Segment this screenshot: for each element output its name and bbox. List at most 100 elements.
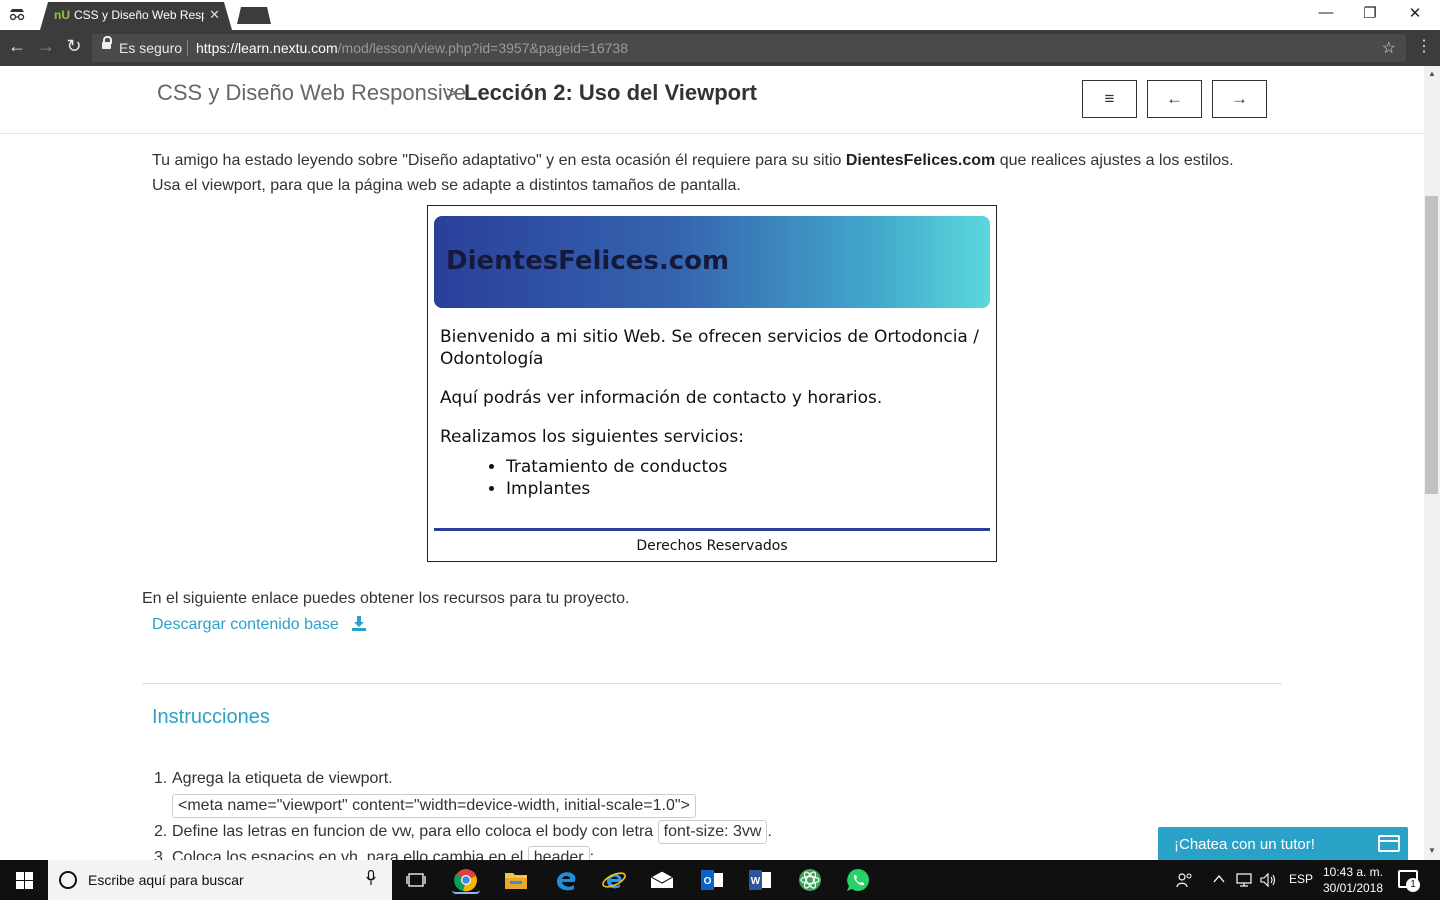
tab-title: CSS y Diseño Web Respo: [74, 8, 204, 22]
instruction-step-2: 2. Define las letras en funcion de vw, pa…: [154, 819, 1254, 845]
page-scrollbar[interactable]: ▲ ▼: [1424, 66, 1440, 860]
atom-app-icon[interactable]: [796, 866, 824, 894]
intro-site-name: DientesFelices.com: [845, 152, 996, 169]
step-text: Agrega la etiqueta de viewport.: [172, 770, 393, 787]
lesson-title: Lección 2: Uso del Viewport: [464, 80, 757, 105]
step-text: Define las letras en funcion de vw, para…: [172, 823, 658, 840]
previous-page-button[interactable]: ←: [1147, 80, 1202, 118]
step-number: 1.: [154, 770, 168, 787]
task-view-icon[interactable]: [402, 866, 430, 894]
internet-explorer-icon[interactable]: [600, 866, 628, 894]
windows-start-icon[interactable]: [16, 872, 33, 889]
instructions-heading: Instrucciones: [152, 706, 270, 728]
tab-close-icon[interactable]: ✕: [209, 2, 220, 28]
taskbar-search-placeholder: Escribe aquí para buscar: [88, 872, 244, 888]
intro-text-1: Tu amigo ha estado leyendo sobre "Diseño…: [152, 152, 846, 169]
svg-text:W: W: [751, 876, 761, 887]
network-icon[interactable]: [1236, 872, 1254, 891]
url-host: https://learn.nextu.com: [196, 40, 338, 56]
preview-site-name: DientesFelices.com: [446, 246, 730, 276]
step-number: 3.: [154, 849, 168, 860]
clock-date: 30/01/2018: [1322, 881, 1384, 895]
taskbar-search-box[interactable]: Escribe aquí para buscar: [48, 860, 392, 900]
nextu-favicon-icon: nU: [54, 8, 70, 22]
back-button[interactable]: ←: [5, 36, 29, 57]
people-icon[interactable]: [1176, 872, 1194, 891]
new-tab-button[interactable]: [237, 7, 271, 24]
code-snippet: header: [527, 846, 590, 860]
volume-icon[interactable]: [1260, 872, 1278, 891]
tray-chevron-up-icon[interactable]: [1212, 872, 1226, 889]
course-title-link[interactable]: CSS y Diseño Web Responsive: [157, 80, 466, 106]
step-suffix: .: [767, 823, 772, 840]
cortana-icon: [59, 871, 77, 889]
step-suffix: :: [589, 849, 595, 860]
word-icon[interactable]: W: [746, 866, 774, 894]
windows-taskbar: Escribe aquí para buscar O W ESP 10:43 a…: [0, 860, 1440, 900]
browser-tabstrip: nU CSS y Diseño Web Respo ✕ — ❐ ✕: [0, 0, 1440, 30]
chat-tutor-label: ¡Chatea con un tutor!: [1174, 836, 1315, 853]
window-minimize-button[interactable]: —: [1306, 4, 1346, 21]
browser-toolbar: ← → ↻ Es seguro https://learn.nextu.com/…: [0, 30, 1440, 66]
intro-text-3: Usa el viewport, para que la página web …: [152, 177, 741, 194]
scroll-up-arrow-icon[interactable]: ▲: [1424, 69, 1440, 78]
step-text: Coloca los espacios en vh, para ello cam…: [172, 849, 528, 860]
download-icon: [351, 615, 367, 636]
preview-body: Bienvenido a mi sitio Web. Se ofrecen se…: [440, 326, 980, 500]
chat-window-icon: [1378, 835, 1400, 852]
intro-paragraph: Tu amigo ha estado leyendo sobre "Diseño…: [152, 148, 1282, 198]
preview-divider: [434, 528, 990, 531]
download-link-label: Descargar contenido base: [152, 616, 339, 633]
lesson-header: CSS y Diseño Web Responsive > Lección 2:…: [0, 66, 1424, 134]
window-maximize-button[interactable]: ❐: [1350, 4, 1390, 22]
taskbar-clock[interactable]: 10:43 a. m. 30/01/2018: [1318, 864, 1388, 896]
svg-text:O: O: [704, 876, 712, 887]
preview-footer: Derechos Reservados: [636, 538, 788, 554]
whatsapp-icon[interactable]: [844, 866, 872, 894]
preview-service-item: Tratamiento de conductos: [506, 456, 980, 478]
intro-text-2: que realices ajustes a los estilos.: [995, 152, 1234, 169]
section-divider: [142, 683, 1282, 684]
instruction-step-1: 1. Agrega la etiqueta de viewport. <meta …: [154, 766, 1254, 819]
preview-service-item: Implantes: [506, 478, 980, 500]
reload-button[interactable]: ↻: [62, 36, 86, 57]
chrome-icon[interactable]: [452, 866, 480, 894]
file-explorer-icon[interactable]: [502, 866, 530, 894]
url-text[interactable]: https://learn.nextu.com/mod/lesson/view.…: [196, 40, 628, 56]
chat-tutor-button[interactable]: ¡Chatea con un tutor!: [1158, 827, 1408, 860]
omnibox-separator: [187, 40, 188, 56]
browser-menu-icon[interactable]: ⋮: [1416, 36, 1432, 56]
window-close-button[interactable]: ✕: [1395, 4, 1435, 22]
edge-icon[interactable]: [552, 866, 580, 894]
preview-banner: DientesFelices.com: [434, 216, 990, 308]
secure-label: Es seguro: [119, 40, 183, 56]
incognito-icon: [8, 7, 26, 23]
instruction-step-3: 3. Coloca los espacios en vh, para ello c…: [154, 845, 1254, 860]
code-snippet: <meta name="viewport" content="width=dev…: [172, 794, 696, 818]
url-path: /mod/lesson/view.php?id=3957&pageid=1673…: [337, 40, 628, 56]
preview-services-list: Tratamiento de conductos Implantes: [506, 456, 980, 500]
scroll-down-arrow-icon[interactable]: ▼: [1424, 846, 1440, 855]
resources-text: En el siguiente enlace puedes obtener lo…: [142, 590, 630, 607]
outlook-icon[interactable]: O: [698, 866, 726, 894]
mail-icon[interactable]: [648, 866, 676, 894]
language-indicator[interactable]: ESP: [1289, 872, 1313, 886]
browser-tab-active[interactable]: nU CSS y Diseño Web Respo ✕: [40, 2, 232, 30]
site-preview-image: DientesFelices.com Bienvenido a mi sitio…: [427, 205, 997, 562]
download-link[interactable]: Descargar contenido base: [152, 615, 367, 636]
scrollbar-thumb[interactable]: [1425, 196, 1438, 494]
microphone-icon[interactable]: [366, 869, 376, 890]
lock-icon: [102, 36, 112, 51]
bookmark-star-icon[interactable]: ☆: [1382, 38, 1396, 58]
breadcrumb-separator: >: [446, 83, 457, 103]
instructions-list: 1. Agrega la etiqueta de viewport. <meta …: [154, 766, 1254, 860]
lesson-menu-button[interactable]: ≡: [1082, 80, 1137, 118]
notification-count-badge: 1: [1406, 878, 1420, 892]
preview-welcome: Bienvenido a mi sitio Web. Se ofrecen se…: [440, 327, 979, 369]
address-bar[interactable]: Es seguro https://learn.nextu.com/mod/le…: [92, 34, 1406, 62]
clock-time: 10:43 a. m.: [1322, 865, 1384, 879]
next-page-button[interactable]: →: [1212, 80, 1267, 118]
preview-info: Aquí podrás ver información de contacto …: [440, 388, 883, 408]
forward-button[interactable]: →: [34, 36, 58, 57]
code-snippet: font-size: 3vw: [657, 820, 768, 844]
